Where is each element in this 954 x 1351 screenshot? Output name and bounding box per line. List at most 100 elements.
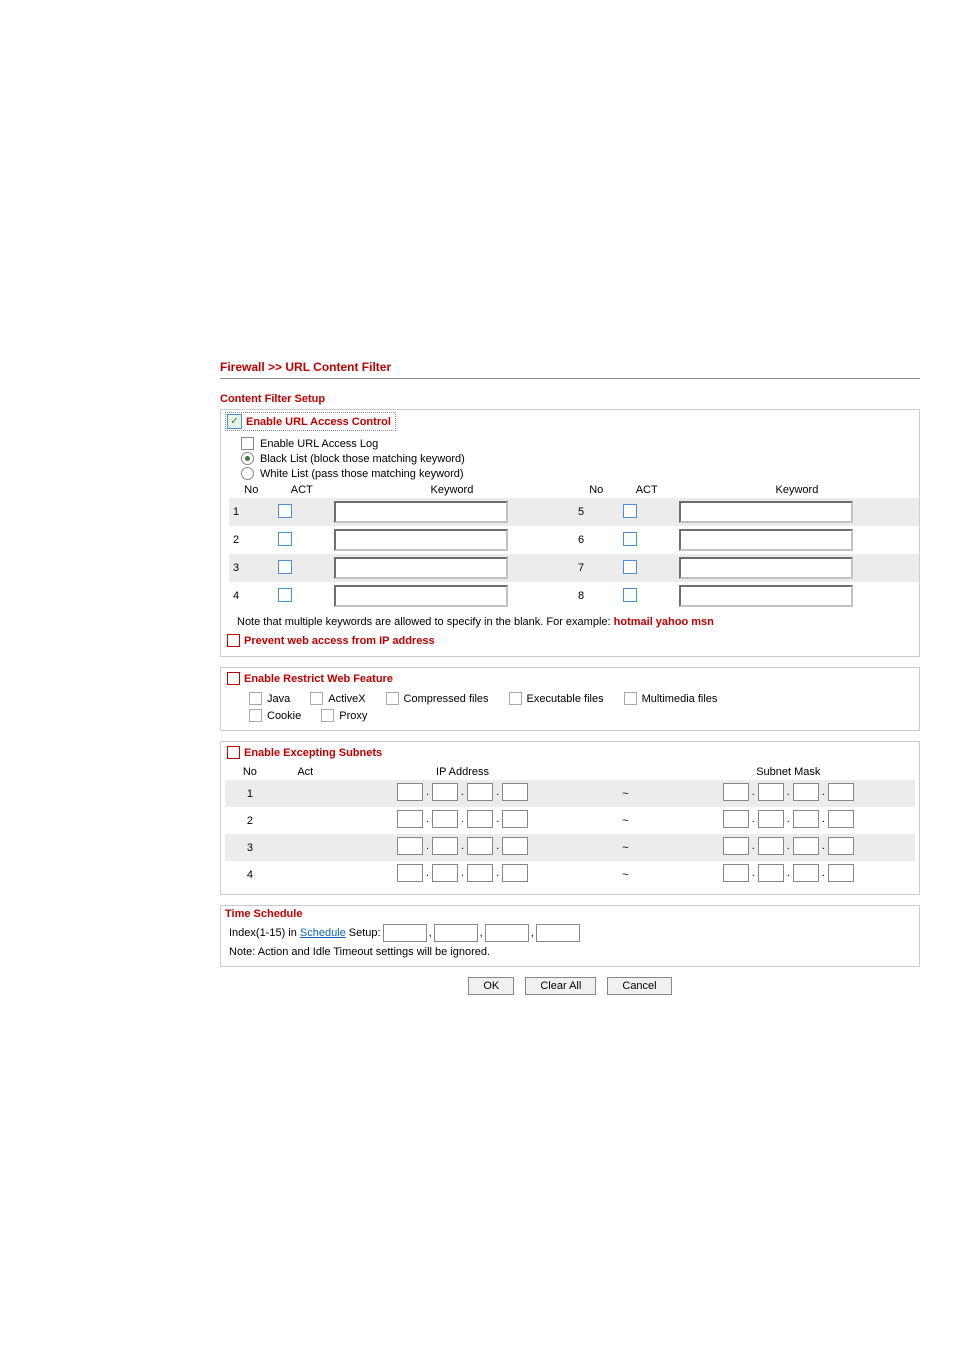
ip-octet[interactable] [432,864,458,882]
mask-octet[interactable] [793,837,819,855]
mask-octet[interactable] [723,837,749,855]
schedule-link[interactable]: Schedule [300,927,346,939]
check-icon: ✓ [227,414,242,429]
ok-button[interactable]: OK [468,977,514,995]
ip-octets: ... [397,783,528,801]
keyword-note: Note that multiple keywords are allowed … [237,616,915,628]
tilde: ~ [589,780,661,807]
keyword-input[interactable] [334,557,508,579]
prevent-ip-access[interactable]: Prevent web access from IP address [227,634,435,647]
kw-act-checkbox[interactable] [623,532,637,546]
restrict-compressed[interactable]: Compressed files [386,692,489,705]
kw-row: 3 7 [229,554,919,582]
ip-octet[interactable] [397,864,423,882]
blacklist-row[interactable]: Black List (block those matching keyword… [241,452,915,465]
ip-octet[interactable] [502,864,528,882]
mask-octet[interactable] [828,810,854,828]
schedule-input-3[interactable] [485,924,529,942]
ip-octet[interactable] [397,810,423,828]
kw-act-checkbox[interactable] [278,532,292,546]
enable-url-access-control[interactable]: ✓ Enable URL Access Control [225,412,396,431]
enable-url-log-row[interactable]: Enable URL Access Log [241,437,915,450]
restrict-activex[interactable]: ActiveX [310,692,365,705]
time-schedule-heading: Time Schedule [225,908,915,920]
mask-octets: ... [723,864,854,882]
mask-octet[interactable] [758,837,784,855]
ip-octet[interactable] [467,810,493,828]
mask-octet[interactable] [828,837,854,855]
mask-octet[interactable] [793,864,819,882]
ip-octets: ... [397,864,528,882]
kw-act-checkbox[interactable] [623,588,637,602]
ip-octet[interactable] [397,783,423,801]
mask-octet[interactable] [758,864,784,882]
clear-button[interactable]: Clear All [525,977,596,995]
enable-url-log-label: Enable URL Access Log [260,438,378,450]
keyword-input[interactable] [679,585,853,607]
content-filter-page: Firewall >> URL Content Filter Content F… [220,360,920,995]
mask-octets: ... [723,810,854,828]
enable-excepting-subnets[interactable]: Enable Excepting Subnets [227,746,382,759]
keyword-input[interactable] [334,501,508,523]
ip-octet[interactable] [502,810,528,828]
kw-act-checkbox[interactable] [278,560,292,574]
keyword-input[interactable] [334,529,508,551]
restrict-java[interactable]: Java [249,692,290,705]
mask-octet[interactable] [723,864,749,882]
schedule-input-4[interactable] [536,924,580,942]
prevent-ip-label: Prevent web access from IP address [244,635,435,647]
ip-octet[interactable] [467,783,493,801]
restrict-executable[interactable]: Executable files [509,692,604,705]
excepting-subnets-panel: Enable Excepting Subnets No Act IP Addre… [220,741,920,895]
th-no: No [229,482,274,498]
ip-octet[interactable] [432,837,458,855]
tilde: ~ [589,861,661,888]
restrict-multimedia[interactable]: Multimedia files [624,692,718,705]
ip-octet[interactable] [502,783,528,801]
keyword-input[interactable] [679,529,853,551]
ip-octet[interactable] [467,837,493,855]
subnet-row: 1 ... ~ ... [225,780,915,807]
whitelist-label: White List (pass those matching keyword) [260,468,464,480]
keyword-input[interactable] [679,557,853,579]
subnet-no: 4 [225,861,275,888]
keyword-input[interactable] [334,585,508,607]
kw-no: 2 [229,526,274,554]
restrict-proxy[interactable]: Proxy [321,709,367,722]
mask-octet[interactable] [723,810,749,828]
mask-octet[interactable] [723,783,749,801]
ip-octet[interactable] [432,783,458,801]
mask-octet[interactable] [793,783,819,801]
ip-octet[interactable] [467,864,493,882]
kw-act-checkbox[interactable] [623,504,637,518]
kw-act-checkbox[interactable] [623,560,637,574]
restrict-cookie[interactable]: Cookie [249,709,301,722]
checkbox-icon [624,692,637,705]
kw-no: 6 [574,526,619,554]
ip-octet[interactable] [502,837,528,855]
cancel-button[interactable]: Cancel [607,977,671,995]
subnet-no: 3 [225,834,275,861]
schedule-input-2[interactable] [434,924,478,942]
schedule-input-1[interactable] [383,924,427,942]
mask-octet[interactable] [828,864,854,882]
mask-octet[interactable] [758,810,784,828]
subnet-row: 3 ... ~ ... [225,834,915,861]
subnet-no: 1 [225,780,275,807]
keyword-input[interactable] [679,501,853,523]
th-no2: No [574,482,619,498]
kw-act-checkbox[interactable] [278,504,292,518]
whitelist-row[interactable]: White List (pass those matching keyword) [241,467,915,480]
schedule-index-line: Index(1-15) in Schedule Setup: , , , [229,924,911,942]
mask-octet[interactable] [828,783,854,801]
th-kw: Keyword [330,482,574,498]
enable-restrict-web[interactable]: Enable Restrict Web Feature [227,672,393,685]
mask-octet[interactable] [793,810,819,828]
kw-act-checkbox[interactable] [278,588,292,602]
kw-no: 3 [229,554,274,582]
ip-octet[interactable] [397,837,423,855]
mask-octet[interactable] [758,783,784,801]
ip-octet[interactable] [432,810,458,828]
kw-row: 4 8 [229,582,919,610]
checkbox-icon [386,692,399,705]
